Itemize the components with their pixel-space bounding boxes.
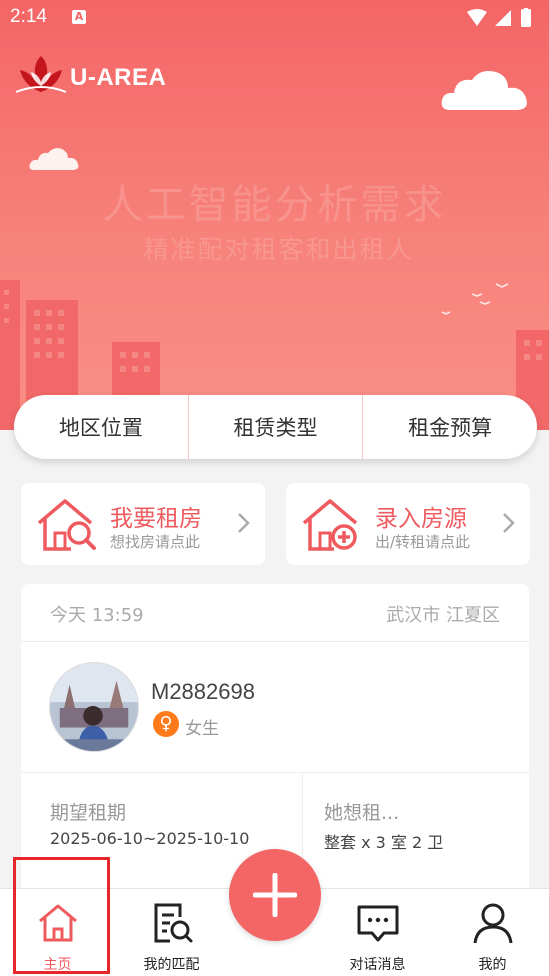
- add-listing-subtitle: 出/转租请点此: [375, 533, 471, 551]
- filter-location[interactable]: 地区位置: [14, 395, 188, 459]
- wants-to-rent-label: 她想租...: [324, 802, 400, 824]
- status-icons: [467, 8, 531, 27]
- username: M2882698: [151, 679, 255, 704]
- nav-my-matches[interactable]: 我的匹配: [124, 889, 219, 976]
- wants-to-rent-value: 整套 x 3 室 2 卫: [324, 833, 444, 852]
- chevron-right-icon: [503, 513, 515, 533]
- brand-name: U-AREA: [70, 64, 167, 91]
- signal-icon: [495, 10, 511, 26]
- add-listing-button[interactable]: 录入房源 出/转租请点此: [286, 483, 530, 565]
- rental-period-value: 2025-06-10~2025-10-10: [50, 829, 250, 848]
- gender-label: 女生: [185, 719, 219, 739]
- nav-messages-label: 对话消息: [349, 957, 406, 973]
- match-document-icon: [154, 903, 192, 943]
- want-to-rent-title: 我要租房: [110, 506, 202, 532]
- want-to-rent-button[interactable]: 我要租房 想找房请点此: [21, 483, 265, 565]
- battery-icon: [521, 9, 531, 27]
- plus-icon: [253, 873, 297, 917]
- status-time: 2:14: [10, 6, 47, 27]
- female-icon: ♀: [153, 711, 179, 737]
- hero-title: 人工智能分析需求: [102, 182, 447, 228]
- nav-profile[interactable]: 我的: [445, 889, 540, 976]
- nav-profile-label: 我的: [478, 957, 507, 973]
- want-to-rent-subtitle: 想找房请点此: [110, 533, 201, 551]
- house-search-icon: [37, 499, 96, 551]
- rental-period-label: 期望租期: [50, 802, 127, 824]
- selection-highlight: [13, 857, 110, 974]
- status-bar: 2:14 A: [0, 0, 549, 36]
- hero-banner: 2:14 A U-AREA 人工智能分析需求 精准配对租客和出租人: [0, 0, 549, 430]
- filter-budget[interactable]: 租金预算: [363, 395, 537, 459]
- avatar[interactable]: [49, 662, 139, 752]
- profile-icon: [473, 903, 512, 944]
- hero-subtitle: 精准配对租客和出租人: [143, 235, 414, 264]
- cloud-icon: [29, 148, 79, 170]
- create-post-button[interactable]: [229, 849, 321, 941]
- u-area-logo-icon: [15, 56, 67, 93]
- nav-my-matches-label: 我的匹配: [143, 957, 200, 973]
- filter-rental-type[interactable]: 租赁类型: [189, 395, 363, 459]
- chevron-right-icon: [238, 513, 250, 533]
- add-listing-title: 录入房源: [375, 506, 467, 532]
- post-location: 武汉市 江夏区: [386, 605, 500, 626]
- cloud-icon: [441, 71, 527, 110]
- wifi-icon: [467, 9, 487, 26]
- divider: [21, 641, 529, 642]
- post-date: 今天 13:59: [50, 605, 144, 626]
- house-add-icon: [302, 499, 358, 551]
- divider: [21, 772, 529, 773]
- chat-icon: [357, 905, 398, 942]
- nav-messages[interactable]: 对话消息: [330, 889, 425, 976]
- notification-a-icon: A: [72, 10, 86, 24]
- filter-bar: 地区位置 租赁类型 租金预算: [14, 395, 537, 459]
